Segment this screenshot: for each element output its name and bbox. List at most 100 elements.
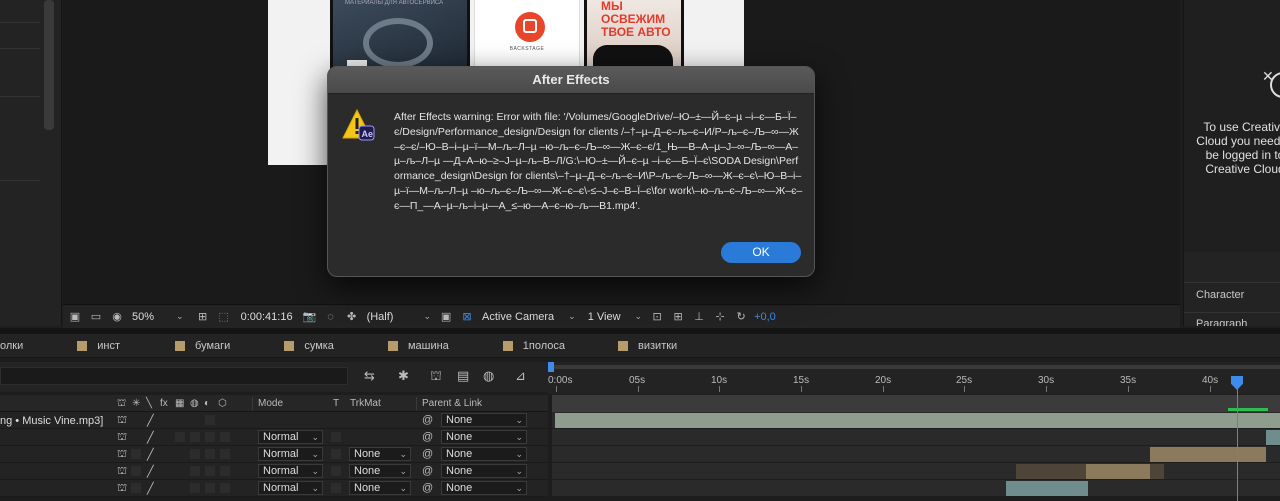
collapse-column-icon[interactable]: ✳ <box>132 398 140 409</box>
preserve-transparency-box[interactable] <box>331 466 341 476</box>
track-row[interactable] <box>552 463 1280 480</box>
comp-tab-4[interactable]: машина <box>387 340 449 352</box>
layer-row[interactable]: ng • Music Vine.mp3] ⛫ ╱ @ None ⌄ <box>0 412 548 429</box>
layer-duration-bar[interactable] <box>1150 464 1164 479</box>
switch-box[interactable] <box>205 449 215 459</box>
layer-row[interactable]: ⛫ ╱ Normal ⌄ None ⌄ @ None ⌄ <box>0 446 548 463</box>
motion-blur-column-icon[interactable]: ◍ <box>190 398 199 409</box>
quality-switch-icon[interactable]: ╱ <box>147 414 154 427</box>
toggle-view-icon[interactable]: ⊡ <box>648 309 666 325</box>
work-area-bar[interactable] <box>548 365 1280 369</box>
switch-box[interactable] <box>220 483 230 493</box>
frame-blending-icon[interactable]: ▤ <box>457 368 469 384</box>
trkmat-dropdown[interactable]: None ⌄ <box>349 481 411 495</box>
switch-box[interactable] <box>220 466 230 476</box>
current-timecode[interactable]: 0:00:41:16 <box>241 311 293 323</box>
quality-switch-icon[interactable]: ╱ <box>147 465 154 478</box>
show-snapshot-icon[interactable]: ◌ <box>322 309 340 325</box>
parent-column-header[interactable]: Parent & Link <box>422 398 482 409</box>
snapshot-camera-icon[interactable]: 📷 <box>301 309 319 325</box>
comp-tab-2[interactable]: бумаги <box>175 340 230 352</box>
switch-box[interactable] <box>175 432 185 442</box>
shy-switch-icon[interactable]: ⛫ <box>117 431 127 445</box>
fast-preview-icon[interactable]: ▣ <box>437 309 455 325</box>
comp-tab-0[interactable]: олки <box>0 340 23 352</box>
switch-box[interactable] <box>190 449 200 459</box>
draft-3d-icon[interactable]: ✱ <box>398 368 409 384</box>
switch-box[interactable] <box>205 415 215 425</box>
preview-icon[interactable]: ⊞ <box>669 309 687 325</box>
time-ruler[interactable]: 0:00s 05s 10s 15s 20s 25s 30s 35s 40s <box>548 362 1280 394</box>
layer-duration-bar[interactable] <box>1006 481 1088 496</box>
switch-box[interactable] <box>131 483 141 493</box>
switch-box[interactable] <box>205 432 215 442</box>
transparency-grid-icon[interactable]: ⬚ <box>215 309 233 325</box>
comp-tab-3[interactable]: сумка <box>284 340 334 352</box>
shy-switch-icon[interactable]: ⛫ <box>117 448 127 462</box>
pick-whip-icon[interactable]: @ <box>422 482 433 494</box>
t-column-header[interactable]: T <box>333 398 339 409</box>
layer-row[interactable]: ⛫ ╱ Normal ⌄ @ None ⌄ <box>0 429 548 446</box>
comp-tab-1[interactable]: инст <box>77 340 120 352</box>
pick-whip-icon[interactable]: @ <box>422 414 433 426</box>
comp-tab-5[interactable]: 1полоса <box>502 340 565 352</box>
switch-box[interactable] <box>190 432 200 442</box>
switch-box[interactable] <box>205 466 215 476</box>
character-panel-header[interactable]: Character <box>1184 282 1280 308</box>
quality-switch-icon[interactable]: ╱ <box>147 482 154 495</box>
region-of-interest-icon[interactable]: ▣ <box>66 309 84 325</box>
3d-column-icon[interactable]: ⬡ <box>218 398 227 409</box>
shy-layers-icon[interactable]: ⛫ <box>430 368 442 386</box>
pick-whip-icon[interactable]: @ <box>422 465 433 477</box>
mode-dropdown[interactable]: Normal ⌄ <box>258 447 323 461</box>
resolution-dropdown[interactable]: (Half) ⌄ <box>367 308 431 326</box>
shy-switch-icon[interactable]: ⛫ <box>117 465 127 479</box>
layer-row[interactable]: ⛫ ╱ Normal ⌄ None ⌄ @ None ⌄ <box>0 463 548 480</box>
mode-dropdown[interactable]: Normal ⌄ <box>258 481 323 495</box>
preserve-transparency-box[interactable] <box>331 449 341 459</box>
camera-dropdown[interactable]: Active Camera ⌄ <box>482 308 576 326</box>
mode-dropdown[interactable]: Normal ⌄ <box>258 464 323 478</box>
trkmat-column-header[interactable]: TrkMat <box>350 398 381 409</box>
preserve-transparency-box[interactable] <box>331 483 341 493</box>
flowchart-icon[interactable]: ⊹ <box>711 309 729 325</box>
parent-dropdown[interactable]: None ⌄ <box>441 464 527 478</box>
parent-dropdown[interactable]: None ⌄ <box>441 413 527 427</box>
graph-editor-icon[interactable]: ⊿ <box>515 368 526 384</box>
quality-switch-icon[interactable]: ╱ <box>147 431 154 444</box>
monitor-icon[interactable]: ▭ <box>87 309 105 325</box>
project-scrollbar[interactable] <box>44 0 54 130</box>
track-row[interactable] <box>552 480 1280 497</box>
work-area-start-handle[interactable] <box>548 362 554 372</box>
track-row[interactable] <box>552 429 1280 446</box>
zoom-dropdown[interactable]: 50% ⌄ <box>132 308 184 326</box>
layer-duration-bar[interactable] <box>1016 464 1086 479</box>
mask-visibility-icon[interactable]: ◉ <box>108 309 126 325</box>
layer-duration-bar[interactable] <box>555 413 1280 428</box>
shy-column-icon[interactable]: ⛫ <box>117 398 126 411</box>
shy-switch-icon[interactable]: ⛫ <box>117 414 127 428</box>
exposure-value[interactable]: +0,0 <box>754 311 776 323</box>
switch-box[interactable] <box>190 466 200 476</box>
track-row[interactable] <box>552 412 1280 429</box>
layer-row[interactable]: ⛫ ╱ Normal ⌄ None ⌄ @ None ⌄ <box>0 480 548 497</box>
shy-switch-icon[interactable]: ⛫ <box>117 482 127 496</box>
switch-box[interactable] <box>205 483 215 493</box>
parent-dropdown[interactable]: None ⌄ <box>441 430 527 444</box>
views-dropdown[interactable]: 1 View ⌄ <box>588 308 642 326</box>
quality-column-icon[interactable]: ╲ <box>146 398 152 409</box>
switch-box[interactable] <box>220 449 230 459</box>
switch-box[interactable] <box>190 483 200 493</box>
layer-name[interactable]: ng • Music Vine.mp3] <box>0 415 103 427</box>
motion-blur-icon[interactable]: ◍ <box>483 368 494 384</box>
playhead-line[interactable] <box>1237 380 1238 501</box>
preserve-transparency-box[interactable] <box>331 432 341 442</box>
trkmat-dropdown[interactable]: None ⌄ <box>349 447 411 461</box>
comp-tab-6[interactable]: визитки <box>618 340 677 352</box>
mode-column-header[interactable]: Mode <box>258 398 283 409</box>
parent-dropdown[interactable]: None ⌄ <box>441 447 527 461</box>
layer-search-input[interactable] <box>0 367 348 385</box>
toggle-transparency-icon[interactable]: ⊠ <box>458 309 476 325</box>
mode-dropdown[interactable]: Normal ⌄ <box>258 430 323 444</box>
switch-box[interactable] <box>131 466 141 476</box>
